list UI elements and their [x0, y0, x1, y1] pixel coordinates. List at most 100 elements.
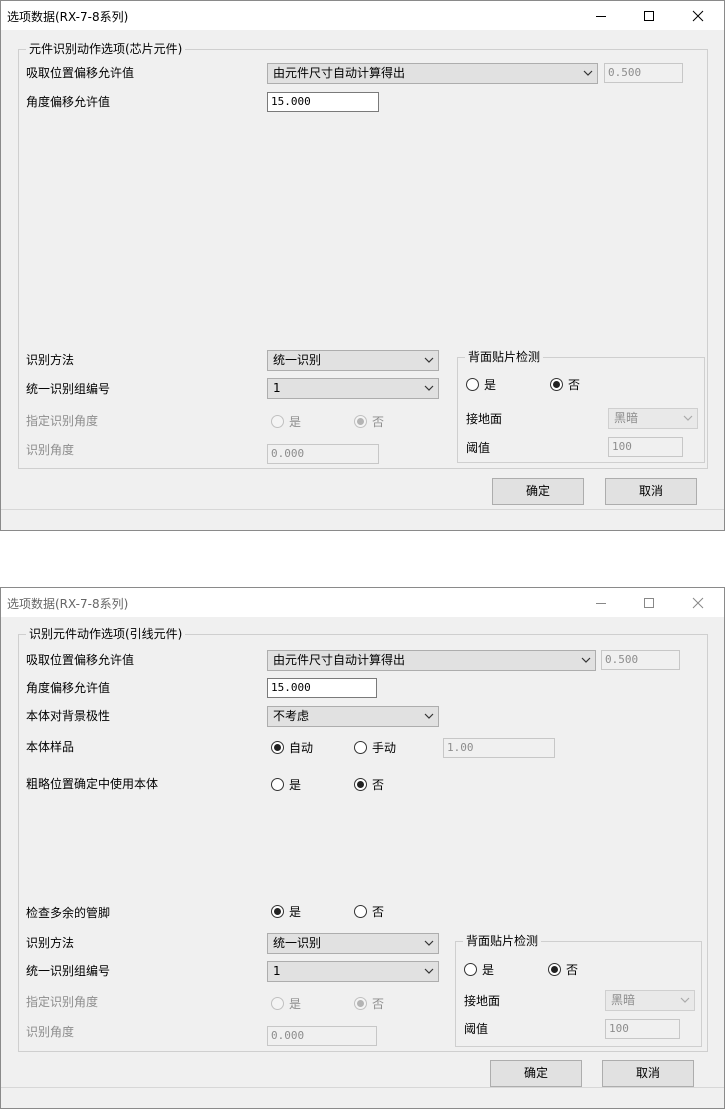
- minimize-icon: [596, 15, 606, 17]
- rough-position-no-radio[interactable]: 否: [354, 776, 384, 792]
- body-sample-auto-radio[interactable]: 自动: [271, 739, 313, 755]
- chevron-down-icon: [583, 70, 593, 76]
- ground-combo: 黑暗: [605, 990, 695, 1011]
- radio-circle: [271, 777, 284, 791]
- ok-button[interactable]: 确定: [492, 478, 584, 505]
- chevron-down-icon: [581, 657, 591, 663]
- ground-label: 接地面: [464, 994, 501, 1008]
- close-button[interactable]: [675, 1, 721, 30]
- maximize-button[interactable]: [626, 1, 672, 30]
- ground-combo: 黑暗: [608, 408, 698, 429]
- pickup-offset-combo[interactable]: 由元件尺寸自动计算得出: [267, 63, 598, 84]
- recognition-angle-label: 识别角度: [26, 1025, 75, 1039]
- pickup-offset-combo-value: 由元件尺寸自动计算得出: [273, 66, 406, 80]
- maximize-icon: [644, 10, 654, 21]
- recognition-method-value: 统一识别: [273, 353, 322, 367]
- radio-label: 是: [289, 996, 302, 1011]
- extra-pins-no-radio[interactable]: 否: [354, 903, 384, 919]
- cancel-button[interactable]: 取消: [602, 1060, 694, 1087]
- window-title: 选项数据(RX-7-8系列): [7, 597, 129, 611]
- body-sample-manual-radio[interactable]: 手动: [354, 739, 396, 755]
- pickup-offset-label: 吸取位置偏移允许值: [26, 66, 135, 80]
- radio-label: 是: [484, 377, 497, 392]
- threshold-input: 100: [608, 437, 683, 457]
- extra-pins-yes-radio[interactable]: 是: [271, 903, 301, 919]
- maximize-button[interactable]: [626, 588, 672, 617]
- title-bar[interactable]: 选项数据(RX-7-8系列): [1, 1, 724, 30]
- pickup-offset-combo[interactable]: 由元件尺寸自动计算得出: [267, 650, 596, 671]
- angle-offset-input[interactable]: 15.000: [267, 678, 377, 698]
- radio-circle: [354, 414, 367, 428]
- back-detection-yes-radio[interactable]: 是: [464, 961, 494, 977]
- group-number-value: 1: [273, 381, 281, 395]
- ok-button[interactable]: 确定: [490, 1060, 582, 1087]
- specify-angle-yes-radio[interactable]: 是: [271, 413, 301, 429]
- close-icon: [692, 10, 704, 21]
- pickup-offset-combo-value: 由元件尺寸自动计算得出: [273, 653, 406, 667]
- window-title: 选项数据(RX-7-8系列): [7, 10, 129, 24]
- maximize-icon: [644, 597, 654, 608]
- chevron-down-icon: [680, 997, 690, 1003]
- minimize-button[interactable]: [578, 588, 624, 617]
- status-bar: [1, 509, 724, 530]
- radio-label: 是: [289, 904, 302, 919]
- extra-pins-label: 检查多余的管脚: [26, 906, 111, 920]
- specify-angle-label: 指定识别角度: [26, 414, 99, 428]
- angle-offset-label: 角度偏移允许值: [26, 95, 111, 109]
- group-number-label: 统一识别组编号: [26, 382, 111, 396]
- specify-angle-no-radio[interactable]: 否: [354, 995, 384, 1011]
- radio-label: 否: [372, 996, 385, 1011]
- ground-value: 黑暗: [611, 993, 636, 1007]
- group-number-value: 1: [273, 964, 281, 978]
- chevron-down-icon: [424, 940, 434, 946]
- radio-label: 自动: [289, 740, 314, 755]
- body-polarity-combo[interactable]: 不考虑: [267, 706, 439, 727]
- close-icon: [692, 597, 704, 608]
- rough-position-yes-radio[interactable]: 是: [271, 776, 301, 792]
- body-polarity-value: 不考虑: [273, 709, 310, 723]
- group-title: 识别元件动作选项(引线元件): [26, 626, 186, 642]
- group-number-label: 统一识别组编号: [26, 964, 111, 978]
- back-detection-no-radio[interactable]: 否: [548, 961, 578, 977]
- radio-label: 是: [482, 962, 495, 977]
- radio-label: 否: [566, 962, 579, 977]
- threshold-label: 阈值: [466, 441, 491, 455]
- radio-circle: [550, 377, 563, 391]
- pickup-offset-value: 0.500: [604, 63, 683, 83]
- specify-angle-no-radio[interactable]: 否: [354, 413, 384, 429]
- group-number-combo[interactable]: 1: [267, 961, 439, 982]
- specify-angle-yes-radio[interactable]: 是: [271, 995, 301, 1011]
- dialog-chip-options: 选项数据(RX-7-8系列) 元件识别动作选项(芯片元件) 吸取位置偏移允许值 …: [0, 0, 725, 531]
- ground-label: 接地面: [466, 412, 503, 426]
- angle-offset-label: 角度偏移允许值: [26, 681, 111, 695]
- recognition-angle-input: 0.000: [267, 444, 379, 464]
- radio-label: 手动: [372, 740, 397, 755]
- chevron-down-icon: [424, 357, 434, 363]
- chevron-down-icon: [424, 713, 434, 719]
- specify-angle-label: 指定识别角度: [26, 995, 99, 1009]
- recognition-method-label: 识别方法: [26, 353, 75, 367]
- body-polarity-label: 本体对背景极性: [26, 709, 111, 723]
- minimize-button[interactable]: [578, 1, 624, 30]
- angle-offset-input[interactable]: 15.000: [267, 92, 379, 112]
- group-number-combo[interactable]: 1: [267, 378, 439, 399]
- radio-circle: [354, 777, 367, 791]
- radio-circle: [271, 740, 284, 754]
- body-sample-label: 本体样品: [26, 740, 75, 754]
- recognition-angle-input: 0.000: [267, 1026, 377, 1046]
- cancel-button[interactable]: 取消: [605, 478, 697, 505]
- close-button[interactable]: [675, 588, 721, 617]
- radio-circle: [354, 996, 367, 1010]
- recognition-method-combo[interactable]: 统一识别: [267, 350, 439, 371]
- back-detection-title: 背面贴片检测: [465, 349, 544, 365]
- title-bar[interactable]: 选项数据(RX-7-8系列): [1, 588, 724, 617]
- radio-label: 否: [372, 414, 385, 429]
- chevron-down-icon: [683, 415, 693, 421]
- recognition-method-combo[interactable]: 统一识别: [267, 933, 439, 954]
- back-detection-no-radio[interactable]: 否: [550, 376, 580, 392]
- back-detection-yes-radio[interactable]: 是: [466, 376, 496, 392]
- chevron-down-icon: [424, 968, 434, 974]
- radio-circle: [271, 904, 284, 918]
- minimize-icon: [596, 602, 606, 604]
- threshold-label: 阈值: [464, 1022, 489, 1036]
